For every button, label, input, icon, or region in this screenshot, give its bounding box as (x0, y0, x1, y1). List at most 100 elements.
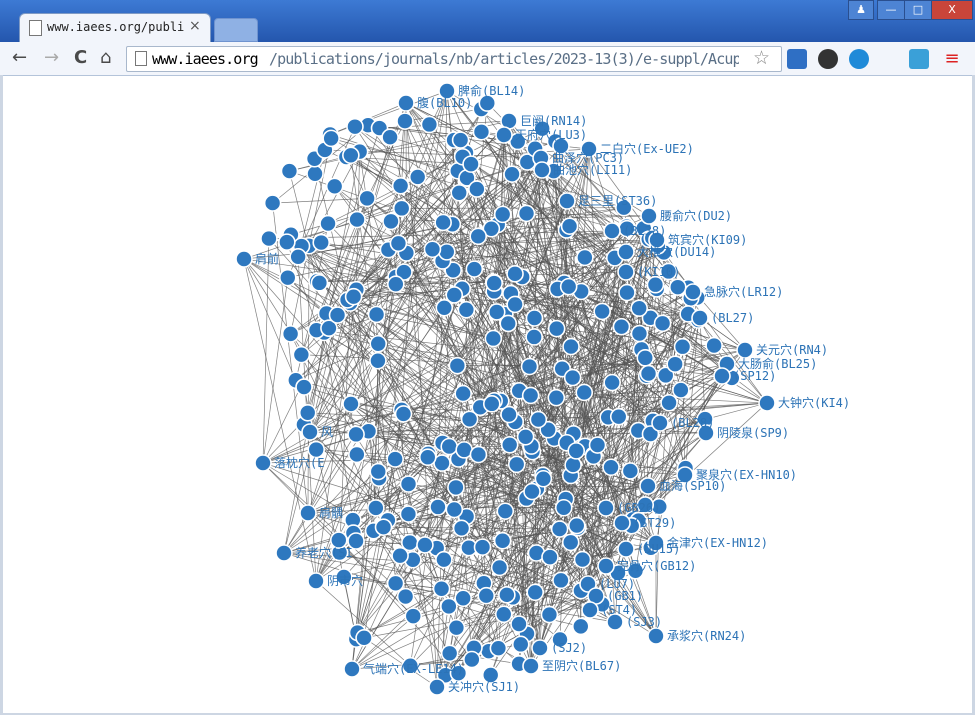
network-node[interactable] (473, 124, 489, 140)
extension-circle-icon[interactable] (849, 49, 869, 69)
network-node[interactable] (370, 336, 386, 352)
network-node[interactable] (430, 499, 446, 515)
network-node[interactable] (661, 395, 677, 411)
network-node[interactable] (484, 396, 500, 412)
network-node[interactable] (398, 589, 414, 605)
network-node[interactable] (327, 178, 343, 194)
minimize-button[interactable]: — (877, 0, 905, 20)
network-node-gb26[interactable] (598, 500, 614, 516)
network-node[interactable] (619, 285, 635, 301)
network-node[interactable] (594, 303, 610, 319)
network-node[interactable] (507, 266, 523, 282)
network-node-st29[interactable] (614, 515, 630, 531)
network-node[interactable] (370, 353, 386, 369)
network-node[interactable] (388, 276, 404, 292)
network-node[interactable] (420, 449, 436, 465)
network-node-gb20[interactable] (302, 424, 318, 440)
network-node[interactable] (397, 113, 413, 129)
network-node[interactable] (549, 321, 565, 337)
network-node[interactable] (562, 218, 578, 234)
network-node[interactable] (667, 356, 683, 372)
network-node-bl27[interactable] (692, 310, 708, 326)
network-node[interactable] (548, 390, 564, 406)
network-node[interactable] (392, 548, 408, 564)
network-node[interactable] (436, 552, 452, 568)
network-node[interactable] (489, 304, 505, 320)
network-node[interactable] (563, 339, 579, 355)
network-node[interactable] (448, 479, 464, 495)
network-node[interactable] (400, 506, 416, 522)
network-node[interactable] (523, 387, 539, 403)
network-node[interactable] (706, 338, 722, 354)
network-node[interactable] (524, 484, 540, 500)
network-node-sp12[interactable] (714, 368, 730, 384)
network-node[interactable] (573, 618, 589, 634)
network-node[interactable] (568, 443, 584, 459)
network-node-bl67[interactable] (523, 658, 539, 674)
network-node[interactable] (495, 206, 511, 222)
network-node[interactable] (502, 437, 518, 453)
network-node[interactable] (293, 347, 309, 363)
network-node[interactable] (553, 572, 569, 588)
network-node[interactable] (611, 409, 627, 425)
network-node[interactable] (393, 178, 409, 194)
network-node[interactable] (320, 216, 336, 232)
network-node-bl10[interactable] (398, 95, 414, 111)
network-node[interactable] (647, 277, 663, 293)
network-node[interactable] (673, 382, 689, 398)
network-node[interactable] (261, 231, 277, 247)
network-node[interactable] (382, 129, 398, 145)
user-icon[interactable]: ♟ (848, 0, 874, 20)
menu-icon[interactable]: ≡ (942, 49, 962, 69)
network-node[interactable] (637, 350, 653, 366)
network-node[interactable] (441, 438, 457, 454)
network-node[interactable] (518, 429, 534, 445)
extension-undo-icon[interactable] (818, 49, 838, 69)
network-node-bl38[interactable] (604, 223, 620, 239)
network-node[interactable] (464, 651, 480, 667)
network-node[interactable] (499, 587, 515, 603)
network-node-rn24[interactable] (648, 628, 664, 644)
network-node[interactable] (348, 426, 364, 442)
network-node[interactable] (300, 405, 316, 421)
network-node[interactable] (655, 315, 671, 331)
network-node[interactable] (359, 190, 375, 206)
tab-close-icon[interactable]: × (189, 18, 201, 34)
network-node[interactable] (507, 296, 523, 312)
network-node[interactable] (405, 608, 421, 624)
network-node[interactable] (417, 537, 433, 553)
network-node[interactable] (613, 319, 629, 335)
network-node[interactable] (574, 552, 590, 568)
network-node[interactable] (281, 163, 297, 179)
network-node[interactable] (486, 275, 502, 291)
new-tab-button[interactable] (214, 18, 258, 42)
network-node[interactable] (497, 503, 513, 519)
network-node[interactable] (509, 456, 525, 472)
network-node-bl13[interactable] (236, 251, 252, 267)
network-node[interactable] (522, 359, 538, 375)
network-node[interactable] (492, 559, 508, 575)
network-node[interactable] (470, 228, 486, 244)
network-node[interactable] (280, 270, 296, 286)
network-node-st36[interactable] (559, 193, 575, 209)
network-node[interactable] (527, 584, 543, 600)
network-node-sj1[interactable] (429, 679, 445, 695)
network-node[interactable] (346, 289, 362, 305)
network-node[interactable] (356, 630, 372, 646)
network-node[interactable] (641, 366, 657, 382)
network-node[interactable] (470, 447, 486, 463)
network-node-li2[interactable] (308, 573, 324, 589)
forward-button[interactable]: → (44, 48, 59, 68)
network-node[interactable] (462, 411, 478, 427)
network-node[interactable] (401, 476, 417, 492)
home-button[interactable]: ⌂ (100, 48, 111, 68)
network-node[interactable] (370, 464, 386, 480)
address-bar[interactable]: www.iaees.org /publications/journals/nb/… (126, 46, 782, 72)
network-node-li11[interactable] (534, 162, 550, 178)
network-node-du14[interactable] (618, 244, 634, 260)
browser-tab[interactable]: www.iaees.org/publicati × (19, 13, 211, 43)
network-node-ki10[interactable] (618, 264, 634, 280)
reload-button[interactable]: C (74, 48, 87, 68)
network-node[interactable] (442, 645, 458, 661)
network-node[interactable] (526, 310, 542, 326)
